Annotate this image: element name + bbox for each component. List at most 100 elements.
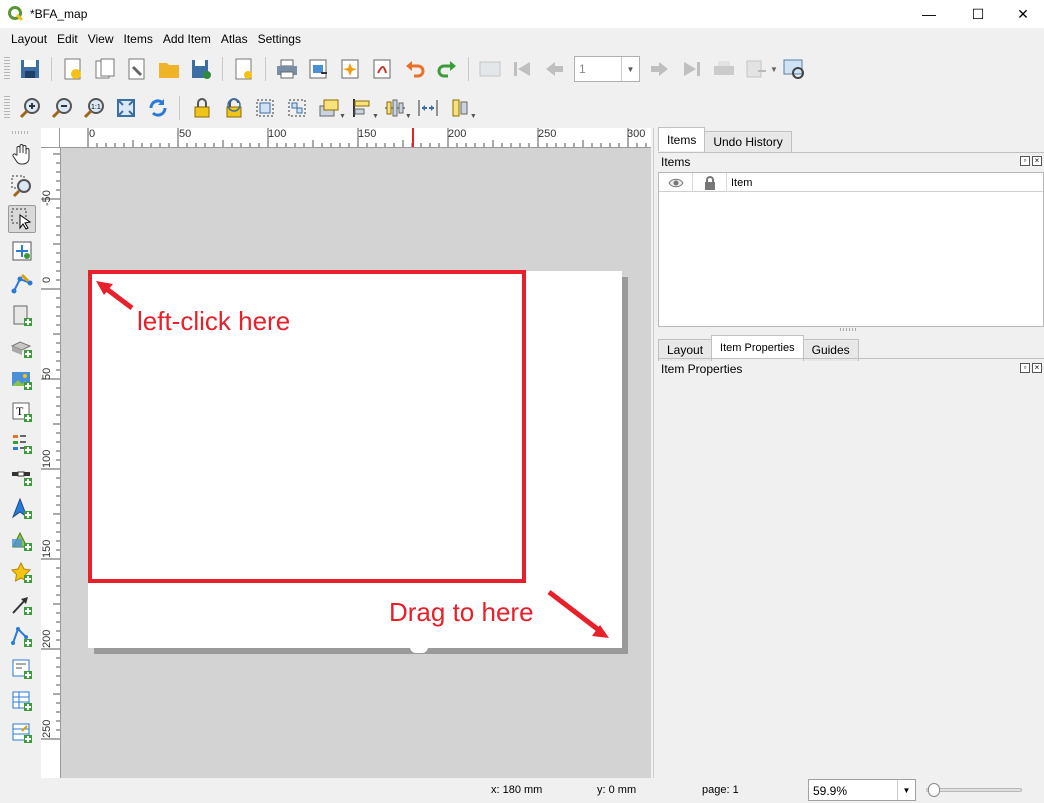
layout-manager-button[interactable] [123, 55, 151, 83]
menu-view[interactable]: View [83, 28, 119, 50]
add-3d-map-button[interactable] [8, 334, 36, 362]
tab-items[interactable]: Items [658, 127, 706, 151]
atlas-settings-button[interactable] [780, 55, 808, 83]
chevron-down-icon[interactable]: ▼ [621, 57, 639, 81]
add-north-arrow-button[interactable] [8, 495, 36, 523]
toolbar-grip[interactable] [4, 96, 10, 120]
unlock-items-button[interactable] [219, 94, 247, 122]
add-nodes-button[interactable] [8, 623, 36, 651]
tab-undo-history[interactable]: Undo History [704, 131, 792, 153]
zoom-slider[interactable] [926, 788, 1022, 792]
print-atlas-button[interactable] [710, 55, 738, 83]
open-template-button[interactable] [155, 55, 183, 83]
lock-items-button[interactable] [187, 94, 215, 122]
chevron-down-icon[interactable]: ▼ [372, 113, 379, 120]
previous-feature-button[interactable] [540, 55, 568, 83]
vertical-ruler[interactable]: -50 0 50 100 150 200 250 [41, 148, 61, 778]
duplicate-layout-button[interactable] [91, 55, 119, 83]
float-panel-icon[interactable]: ▫ [1020, 156, 1030, 166]
close-panel-icon[interactable]: × [1032, 156, 1042, 166]
ungroup-items-button[interactable] [283, 94, 311, 122]
panel-resize-grip[interactable] [840, 328, 856, 331]
export-pdf-button[interactable] [369, 55, 397, 83]
add-label-button[interactable]: T [8, 398, 36, 426]
toolbar-grip[interactable] [4, 57, 10, 81]
zoom-actual-button[interactable]: 1:1 [80, 94, 108, 122]
atlas-preview-button[interactable] [476, 55, 504, 83]
add-map-button[interactable] [8, 302, 36, 330]
resize-items-button[interactable] [414, 94, 442, 122]
tab-divider [658, 152, 1044, 153]
add-fixed-table-icon [12, 723, 32, 743]
close-panel-icon[interactable]: × [1032, 363, 1042, 373]
menu-add-item[interactable]: Add Item [158, 28, 216, 50]
refresh-button[interactable] [144, 94, 172, 122]
pan-tool-button[interactable] [8, 140, 36, 168]
new-layout-icon [64, 58, 81, 80]
ruler-ticks [87, 128, 647, 147]
maximize-button[interactable]: ☐ [955, 0, 1001, 28]
items-panel-controls: ▫ × [1020, 156, 1042, 166]
add-fixed-table-button[interactable] [8, 719, 36, 747]
minimize-button[interactable]: — [906, 0, 952, 28]
add-scalebar-button[interactable] [8, 462, 36, 490]
chevron-down-icon[interactable]: ▼ [470, 113, 477, 120]
add-legend-button[interactable] [8, 430, 36, 458]
menu-edit[interactable]: Edit [52, 28, 83, 50]
add-marker-button[interactable] [8, 559, 36, 587]
chevron-down-icon[interactable]: ▼ [897, 780, 915, 800]
add-attribute-table-button[interactable] [8, 687, 36, 715]
menu-items[interactable]: Items [119, 28, 158, 50]
new-layout-button[interactable] [59, 55, 87, 83]
print-button[interactable] [273, 55, 301, 83]
zoom-out-button[interactable] [48, 94, 76, 122]
export-image-button[interactable] [305, 55, 333, 83]
click-annotation: left-click here [137, 306, 291, 336]
export-atlas-button[interactable] [742, 55, 770, 83]
page-readout: page: 1 [702, 784, 739, 796]
redo-button[interactable] [433, 55, 461, 83]
export-svg-button[interactable] [337, 55, 365, 83]
chevron-down-icon[interactable]: ▼ [770, 65, 778, 74]
lock-column-header[interactable] [693, 173, 727, 192]
zoom-in-button[interactable] [16, 94, 44, 122]
atlas-page-combo[interactable]: 1 ▼ [574, 56, 640, 82]
toolbox-panel: T [0, 128, 40, 778]
dock-splitter[interactable] [653, 128, 654, 778]
add-shape-button[interactable] [8, 527, 36, 555]
add-picture-button[interactable] [8, 366, 36, 394]
menu-settings[interactable]: Settings [253, 28, 306, 50]
drag-annotation: Drag to here [389, 597, 534, 627]
menu-layout[interactable]: Layout [6, 28, 52, 50]
add-arrow-button[interactable] [8, 591, 36, 619]
select-move-tool-button[interactable] [8, 205, 36, 233]
ruler-label: 200 [41, 629, 53, 648]
chevron-down-icon[interactable]: ▼ [405, 113, 412, 120]
edit-nodes-tool-button[interactable] [8, 269, 36, 297]
add-html-button[interactable] [8, 655, 36, 683]
horizontal-ruler[interactable]: 0 50 100 150 200 250 300 [60, 128, 651, 148]
last-feature-button[interactable] [678, 55, 706, 83]
float-panel-icon[interactable]: ▫ [1020, 363, 1030, 373]
tab-item-properties[interactable]: Item Properties [711, 335, 804, 359]
chevron-down-icon[interactable]: ▼ [339, 113, 346, 120]
zoom-tool-button[interactable] [8, 172, 36, 200]
zoom-combo[interactable]: 59.9% ▼ [808, 779, 916, 801]
toolbox-grip[interactable] [12, 131, 30, 134]
next-feature-button[interactable] [646, 55, 674, 83]
group-items-button[interactable] [251, 94, 279, 122]
zoom-full-button[interactable] [112, 94, 140, 122]
save-layout-button[interactable] [16, 55, 44, 83]
menu-atlas[interactable]: Atlas [216, 28, 253, 50]
visibility-column-header[interactable] [659, 173, 693, 192]
close-button[interactable]: ✕ [1000, 0, 1044, 28]
undo-button[interactable] [401, 55, 429, 83]
items-list[interactable]: Item [658, 172, 1044, 327]
zoom-slider-handle[interactable] [928, 783, 940, 797]
page-resize-handle[interactable] [410, 645, 428, 653]
save-template-button[interactable] [187, 55, 215, 83]
first-feature-button[interactable] [508, 55, 536, 83]
page-properties-button[interactable] [230, 55, 258, 83]
move-content-tool-button[interactable] [8, 237, 36, 265]
item-column-header[interactable]: Item [727, 173, 1043, 192]
